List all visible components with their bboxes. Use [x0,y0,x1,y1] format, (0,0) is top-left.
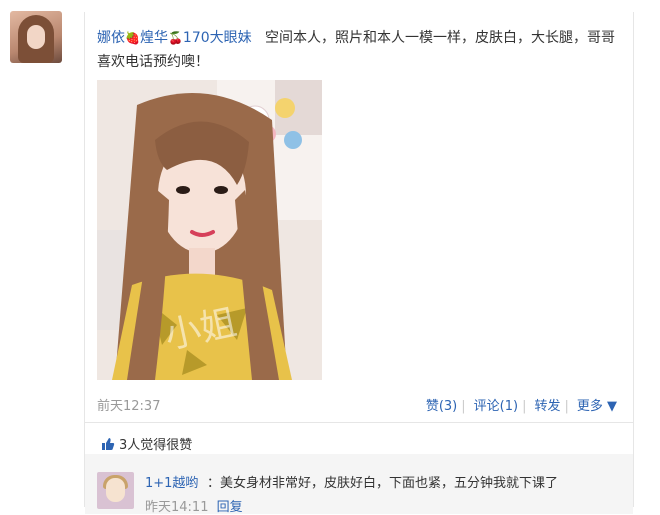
likes-count-text: 3人觉得很赞 [119,438,193,453]
likes-summary[interactable]: 3人觉得很赞 [101,434,192,453]
repost-button[interactable]: 转发 [534,399,560,414]
action-divider: | [461,399,466,414]
post-content: 娜依🍓煌华🍒170大眼妹 空间本人，照片和本人一模一样，皮肤白，大长腿，哥哥喜欢… [97,26,627,74]
reply-button[interactable]: 回复 [217,500,243,515]
action-divider: | [522,399,527,414]
post-meta-row: 前天12:37 赞(3) | 评论(1) | 转发 | 更多 ▼ [97,395,617,415]
comment-time: 昨天14:11 [145,500,209,515]
strawberry-icon: 🍓 [125,31,140,45]
more-button[interactable]: 更多 ▼ [577,399,617,414]
comment-meta: 昨天14:11 回复 [145,496,243,515]
commenter-avatar-face [106,478,125,502]
comment-text: ：美女身材非常好，皮肤好白，下面也紧，五分钟我就下课了 [207,476,559,491]
comment-button[interactable]: 评论(1) [474,399,518,414]
cherry-icon: 🍒 [167,31,183,45]
post-divider [85,422,633,423]
post-card: 娜依🍓煌华🍒170大眼妹 空间本人，照片和本人一模一样，皮肤白，大长腿，哥哥喜欢… [84,12,634,515]
commenter-avatar[interactable] [97,472,134,509]
author-avatar[interactable] [10,11,62,63]
commenter-name[interactable]: 1+1越哟 [145,472,198,491]
like-button[interactable]: 赞(3) [426,399,457,414]
feed-page: 娜依🍓煌华🍒170大眼妹 空间本人，照片和本人一模一样，皮肤白，大长腿，哥哥喜欢… [0,0,660,515]
author-name[interactable]: 娜依🍓煌华🍒170大眼妹 [97,30,252,46]
post-photo[interactable]: 小姐 [97,80,322,380]
thumbs-up-icon [102,438,115,450]
avatar-face [27,25,45,49]
comment-section: 1+1越哟 ：美女身材非常好，皮肤好白，下面也紧，五分钟我就下课了 昨天14:1… [85,454,633,515]
post-time: 前天12:37 [97,399,161,414]
post-actions: 赞(3) | 评论(1) | 转发 | 更多 ▼ [422,395,617,414]
action-divider: | [564,399,569,414]
